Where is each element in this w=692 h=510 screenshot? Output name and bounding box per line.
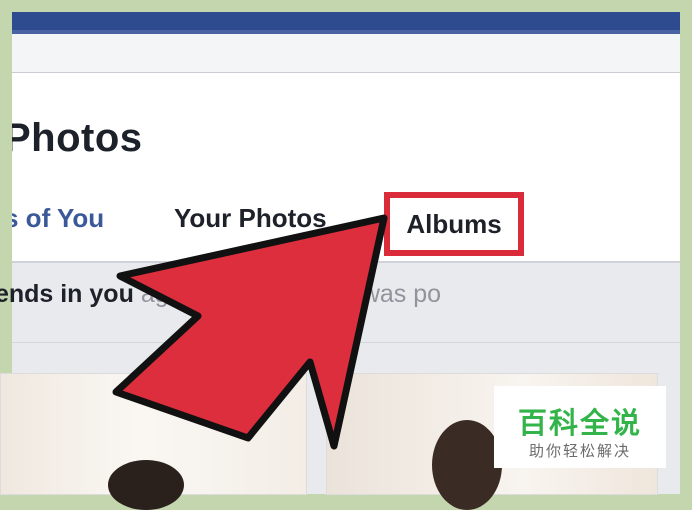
watermark-title: 百科全说	[517, 406, 642, 440]
page-title: Photos	[12, 116, 143, 160]
sub-header-bar	[12, 34, 680, 73]
tab-photos-of-you[interactable]: s of You	[12, 203, 104, 234]
tab-albums-label: Albums	[406, 208, 502, 239]
person-hair	[432, 420, 502, 510]
tab-your-photos[interactable]: Your Photos	[174, 203, 327, 234]
photos-header-card: Photos s of You Your Photos Albums	[12, 73, 680, 263]
info-rest-text: agging a photo that was po	[140, 280, 442, 308]
info-bold-text: iends in you	[0, 280, 134, 308]
watermark-subtitle: 助你轻松解决	[528, 442, 631, 460]
watermark-logo: 百科全说 助你轻松解决	[494, 386, 666, 468]
tagging-info-text: iends in you agging a photo that was po	[0, 280, 441, 309]
tab-albums[interactable]: Albums	[384, 192, 524, 256]
top-navbar	[12, 12, 680, 30]
person-hair	[108, 460, 184, 510]
